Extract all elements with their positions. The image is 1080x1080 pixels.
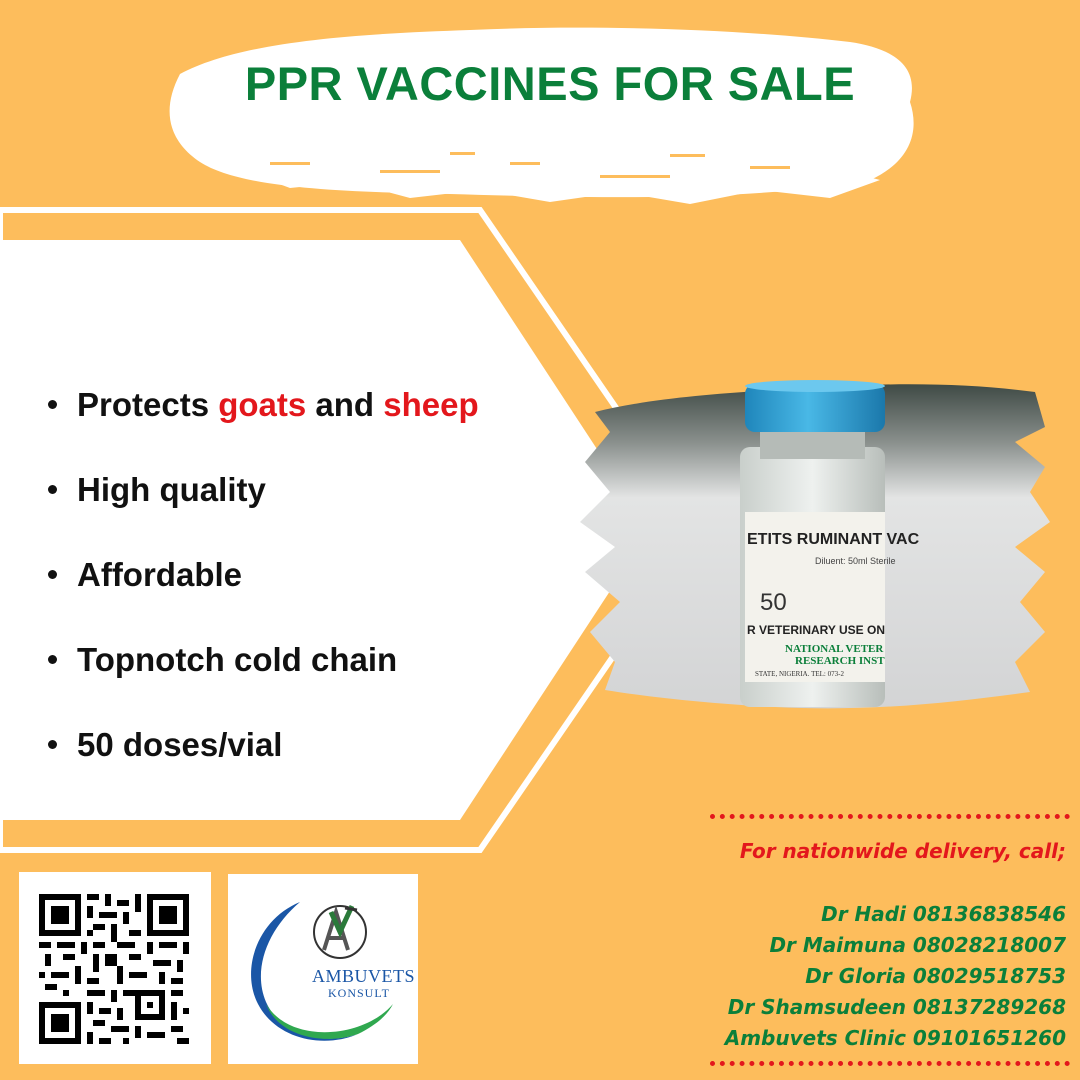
qr-code-icon	[39, 894, 189, 1044]
vial-label-institute: NATIONAL VETER	[785, 643, 884, 655]
bullet-dot-icon	[48, 740, 57, 749]
vial-label-dose: 50	[760, 589, 787, 616]
bullet-dot-icon	[48, 400, 57, 409]
vial-label-use: R VETERINARY USE ON	[747, 623, 885, 637]
feature-list: Protects goats and sheep High quality Af…	[48, 362, 479, 787]
feature-item: 50 doses/vial	[48, 702, 479, 787]
contact-item: Dr Shamsudeen 08137289268	[727, 995, 1066, 1019]
and-text: and	[306, 385, 384, 423]
bullet-dot-icon	[48, 570, 57, 579]
bullet-dot-icon	[48, 485, 57, 494]
dotted-divider-bottom	[710, 1061, 1070, 1066]
feature-item: Protects goats and sheep	[48, 362, 479, 447]
vial-label-address: STATE, NIGERIA. TEL: 073-2	[755, 670, 844, 678]
contact-item: Dr Maimuna 08028218007	[769, 933, 1066, 957]
feature-text: 50 doses/vial	[77, 725, 283, 763]
goats-text: goats	[218, 385, 307, 423]
contact-list: Dr Hadi 08136838546 Dr Maimuna 080282180…	[725, 899, 1066, 1054]
logo-subtitle: KONSULT	[328, 986, 390, 1000]
feature-item: Topnotch cold chain	[48, 617, 479, 702]
vaccine-vial-photo: ETITS RUMINANT VAC Diluent: 50ml Sterile…	[580, 380, 1050, 709]
vial-label-diluent: Diluent: 50ml Sterile	[815, 556, 896, 566]
contact-item: Dr Gloria 08029518753	[805, 964, 1066, 988]
delivery-intro: For nationwide delivery, call;	[739, 839, 1066, 863]
feature-text: Topnotch cold chain	[77, 640, 398, 678]
vial-label-title: ETITS RUMINANT VAC	[747, 531, 920, 548]
dotted-divider-top	[710, 814, 1070, 819]
feature-text: Affordable	[77, 555, 242, 593]
qr-code-card	[19, 872, 211, 1064]
flyer-page: PPR VACCINES FOR SALE Protects goats and…	[0, 0, 1080, 1080]
protects-text: Protects	[77, 385, 219, 423]
contact-item: Dr Hadi 08136838546	[821, 902, 1066, 926]
title-brush-stroke	[169, 27, 914, 204]
feature-text: High quality	[77, 470, 266, 508]
vial-label-research: RESEARCH INST	[795, 655, 885, 667]
sheep-text: sheep	[383, 385, 479, 423]
feature-item: Affordable	[48, 532, 479, 617]
ambuvets-logo-card: AMBUVETS KONSULT	[228, 874, 418, 1064]
contact-item: Ambuvets Clinic 09101651260	[724, 1026, 1066, 1050]
page-title: PPR VACCINES FOR SALE	[244, 57, 856, 110]
bullet-dot-icon	[48, 655, 57, 664]
feature-protects: Protects goats and sheep	[77, 386, 479, 424]
logo-name: AMBUVETS	[312, 966, 416, 986]
feature-item: High quality	[48, 447, 479, 532]
